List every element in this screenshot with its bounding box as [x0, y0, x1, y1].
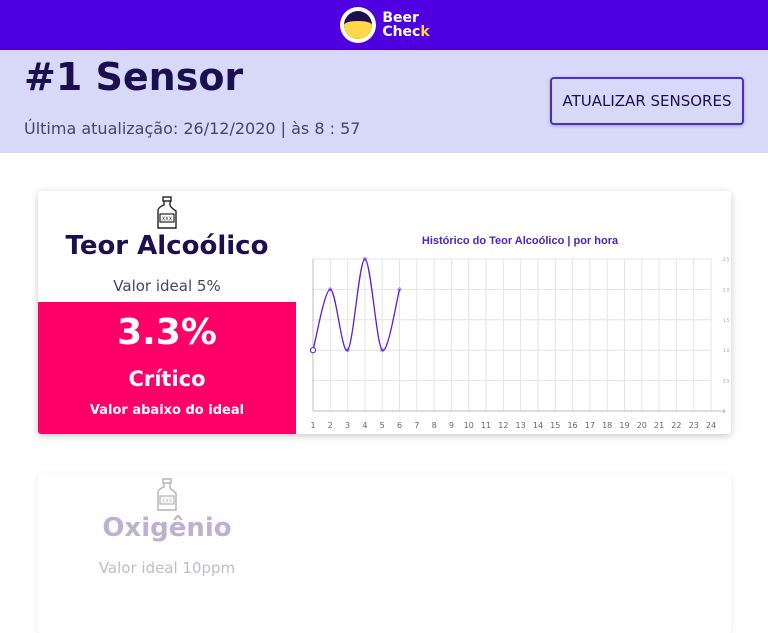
logo-text-k: k — [420, 24, 430, 40]
y-tick-label: 1.5 — [723, 318, 730, 323]
y-tick-label: 2.0 — [723, 287, 730, 292]
x-tick-label: 12 — [498, 421, 508, 430]
status-label: Crítico — [128, 367, 206, 391]
page-header: #1 Sensor Última atualização: 26/12/2020… — [0, 50, 768, 153]
x-tick-label: 24 — [706, 421, 716, 430]
sensor-card-alcohol: XXX Teor Alcoólico Valor ideal 5% 3.3% C… — [38, 191, 731, 434]
status-description: Valor abaixo do ideal — [89, 403, 245, 418]
x-tick-label: 15 — [550, 421, 560, 430]
svg-text:XXX: XXX — [162, 499, 173, 505]
x-tick-label: 20 — [637, 421, 647, 430]
data-point — [309, 347, 317, 354]
logo-text-chec: Chec — [382, 24, 421, 40]
page-title: #1 Sensor — [24, 55, 244, 99]
x-tick-label: 9 — [449, 421, 454, 430]
svg-text:XXX: XXX — [162, 217, 173, 223]
bottle-icon: XXX — [157, 478, 177, 511]
status-box-critical: 3.3% Crítico Valor abaixo do ideal — [38, 302, 296, 434]
x-tick-label: 4 — [362, 421, 367, 430]
x-tick-label: 2 — [328, 421, 333, 430]
x-tick-label: 18 — [602, 421, 612, 430]
y-tick-label: 0 — [723, 409, 726, 414]
y-tick-label: 1.0 — [723, 348, 730, 353]
ideal-value: Valor ideal 10ppm — [98, 559, 236, 577]
sensor-card-oxygen: XXX Oxigênio Valor ideal 10ppm — [38, 473, 731, 633]
data-point — [345, 348, 350, 353]
sensor-summary: XXX Oxigênio Valor ideal 10ppm — [38, 473, 296, 633]
x-tick-label: 21 — [654, 421, 664, 430]
x-tick-label: 11 — [481, 421, 491, 430]
y-tick-label: 0.5 — [723, 379, 730, 384]
x-tick-label: 16 — [567, 421, 577, 430]
x-tick-label: 13 — [516, 421, 526, 430]
chart-title: Histórico do Teor Alcoólico | por hora — [421, 235, 619, 247]
sensor-name: Teor Alcoólico — [65, 231, 269, 261]
beer-glass-icon — [340, 7, 377, 43]
x-tick-label: 22 — [671, 421, 681, 430]
x-tick-label: 10 — [464, 421, 474, 430]
last-update-text: Última atualização: 26/12/2020 | às 8 : … — [24, 119, 361, 138]
bottle-icon: XXX — [157, 196, 177, 229]
x-tick-label: 7 — [414, 421, 419, 430]
line-chart-svg: 1 2 3 4 5 6 7 8 9 10 11 12 13 14 15 16 17 18 19 20 21 22 23 240… — [309, 256, 730, 430]
x-tick-label: 8 — [432, 421, 437, 430]
sensor-name: Oxigênio — [102, 513, 232, 543]
top-bar: Beer Check — [0, 0, 768, 50]
data-point — [362, 256, 368, 262]
y-tick-label: 2.5 — [723, 257, 730, 262]
x-tick-label: 5 — [380, 421, 385, 430]
logo-text-beer: Beer — [382, 10, 419, 26]
x-tick-label: 19 — [619, 421, 629, 430]
refresh-sensors-button[interactable]: ATUALIZAR SENSORES — [550, 77, 744, 125]
beercheck-logo[interactable]: Beer Check — [338, 5, 430, 45]
x-tick-label: 6 — [397, 421, 402, 430]
x-tick-label: 3 — [345, 421, 350, 430]
x-tick-label: 1 — [310, 421, 315, 430]
history-chart: Histórico do Teor Alcoólico | por hora 1… — [300, 227, 730, 434]
x-tick-label: 14 — [533, 421, 543, 430]
x-tick-label: 23 — [689, 421, 699, 430]
sensor-summary: XXX Teor Alcoólico Valor ideal 5% 3.3% C… — [38, 191, 296, 434]
data-point — [328, 287, 333, 292]
x-tick-label: 17 — [585, 421, 595, 430]
data-point — [397, 287, 402, 292]
series-line — [312, 258, 401, 351]
data-point — [380, 348, 385, 353]
current-value: 3.3% — [117, 312, 217, 353]
ideal-value: Valor ideal 5% — [113, 277, 221, 295]
